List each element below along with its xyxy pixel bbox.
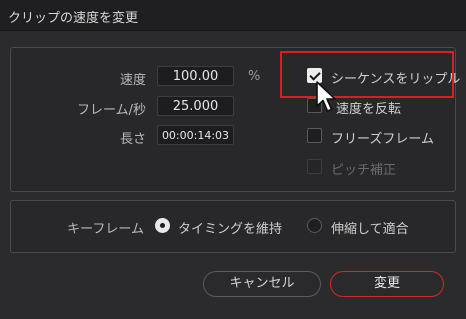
duration-label: 長さ (119, 132, 146, 147)
speed-unit: % (248, 69, 261, 84)
change-button[interactable]: 変更 (330, 271, 444, 297)
fps-label: フレーム/秒 (77, 103, 146, 118)
keyframe-label: キーフレーム (67, 222, 144, 237)
pitch-correction-label: ピッチ補正 (331, 163, 397, 178)
reverse-speed-label: 速度を反転 (336, 102, 402, 117)
duration-input[interactable]: 00:00:14:03 (157, 125, 234, 145)
maintain-timing-radio[interactable] (155, 218, 170, 233)
stretch-to-fit-label: 伸縮して適合 (331, 222, 409, 237)
cancel-button[interactable]: キャンセル (203, 271, 321, 297)
maintain-timing-label: タイミングを維持 (178, 222, 283, 237)
pitch-correction-checkbox[interactable] (307, 159, 322, 174)
freeze-frame-checkbox[interactable] (307, 128, 322, 143)
dialog-title: クリップの速度を変更 (8, 11, 139, 26)
stretch-to-fit-radio[interactable] (307, 218, 322, 233)
title-bar: クリップの速度を変更 (0, 0, 466, 31)
mouse-cursor-icon (316, 81, 336, 112)
speed-input[interactable]: 100.00 (157, 66, 234, 86)
fps-input[interactable]: 25.000 (157, 96, 234, 116)
freeze-frame-label: フリーズフレーム (331, 132, 434, 147)
speed-label: 速度 (119, 73, 146, 88)
annotation-highlight-box (280, 51, 454, 98)
